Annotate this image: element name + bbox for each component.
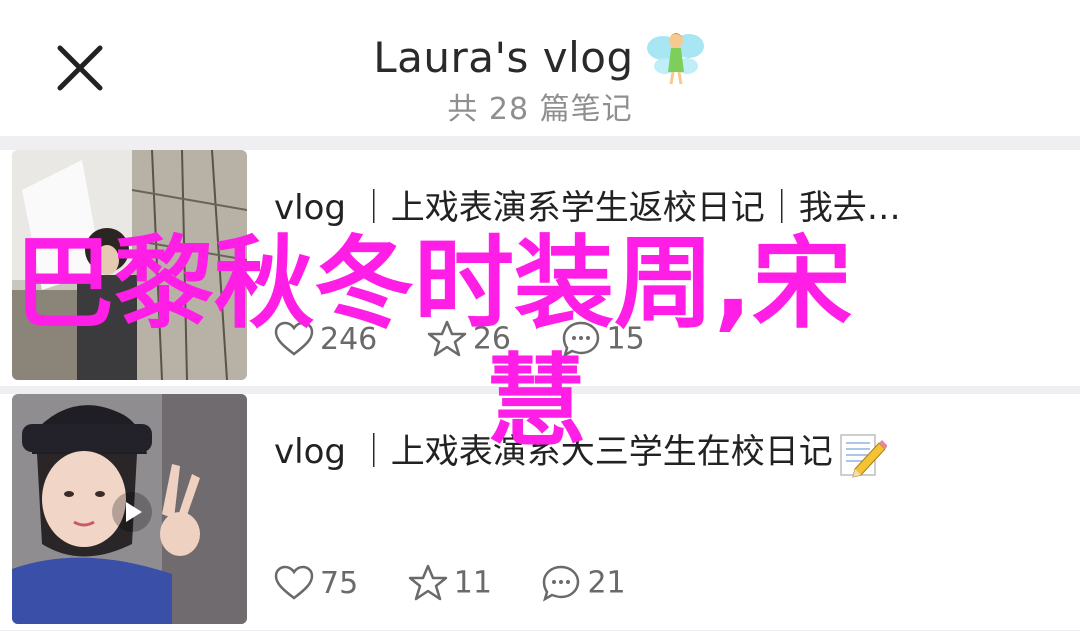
post-count: 共 28 篇笔记 (447, 92, 633, 127)
like-button[interactable]: 246 (274, 321, 377, 358)
comment-bubble-icon (543, 565, 580, 602)
heart-icon (274, 565, 314, 600)
post-list: vlog ｜上戏表演系学生返校日记｜我去… 246 26 15 vlog ｜上戏… (0, 136, 1080, 631)
thumbnail-image (12, 394, 247, 624)
post-title[interactable]: vlog ｜上戏表演系大三学生在校日记 (274, 424, 1014, 479)
post-thumbnail[interactable] (12, 394, 247, 624)
favorite-button[interactable]: 11 (408, 564, 492, 602)
fairy-emoji-icon (646, 33, 704, 85)
post-thumbnail[interactable] (12, 150, 247, 380)
thumbnail-image (12, 150, 247, 380)
like-count: 246 (320, 321, 378, 357)
comment-button[interactable]: 15 (561, 320, 645, 358)
page-title: Laura's vlog (373, 32, 634, 82)
star-icon (427, 320, 467, 357)
comment-bubble-icon (562, 321, 599, 358)
favorite-count: 11 (453, 565, 492, 601)
title-row: Laura's vlog (0, 26, 1080, 88)
post-title[interactable]: vlog ｜上戏表演系学生返校日记｜我去… (274, 180, 1044, 229)
app-header: Laura's vlog 共 28 篇笔记 (0, 0, 1080, 136)
star-icon (408, 564, 447, 601)
comment-count: 21 (587, 565, 626, 601)
post-card[interactable]: vlog ｜上戏表演系大三学生在校日记 75 11 21 (0, 394, 1080, 630)
favorite-count: 26 (472, 321, 511, 357)
memo-pencil-icon (840, 433, 887, 478)
post-stats: 246 26 15 (274, 320, 685, 358)
comment-count: 15 (606, 321, 645, 357)
post-title-text: vlog ｜上戏表演系大三学生在校日记 (274, 432, 833, 472)
post-card[interactable]: vlog ｜上戏表演系学生返校日记｜我去… 246 26 15 (0, 150, 1080, 386)
post-stats: 75 11 21 (274, 564, 666, 602)
comment-button[interactable]: 21 (541, 564, 626, 602)
like-button[interactable]: 75 (274, 565, 358, 602)
favorite-button[interactable]: 26 (427, 320, 511, 358)
heart-icon (274, 321, 314, 356)
like-count: 75 (320, 565, 359, 601)
